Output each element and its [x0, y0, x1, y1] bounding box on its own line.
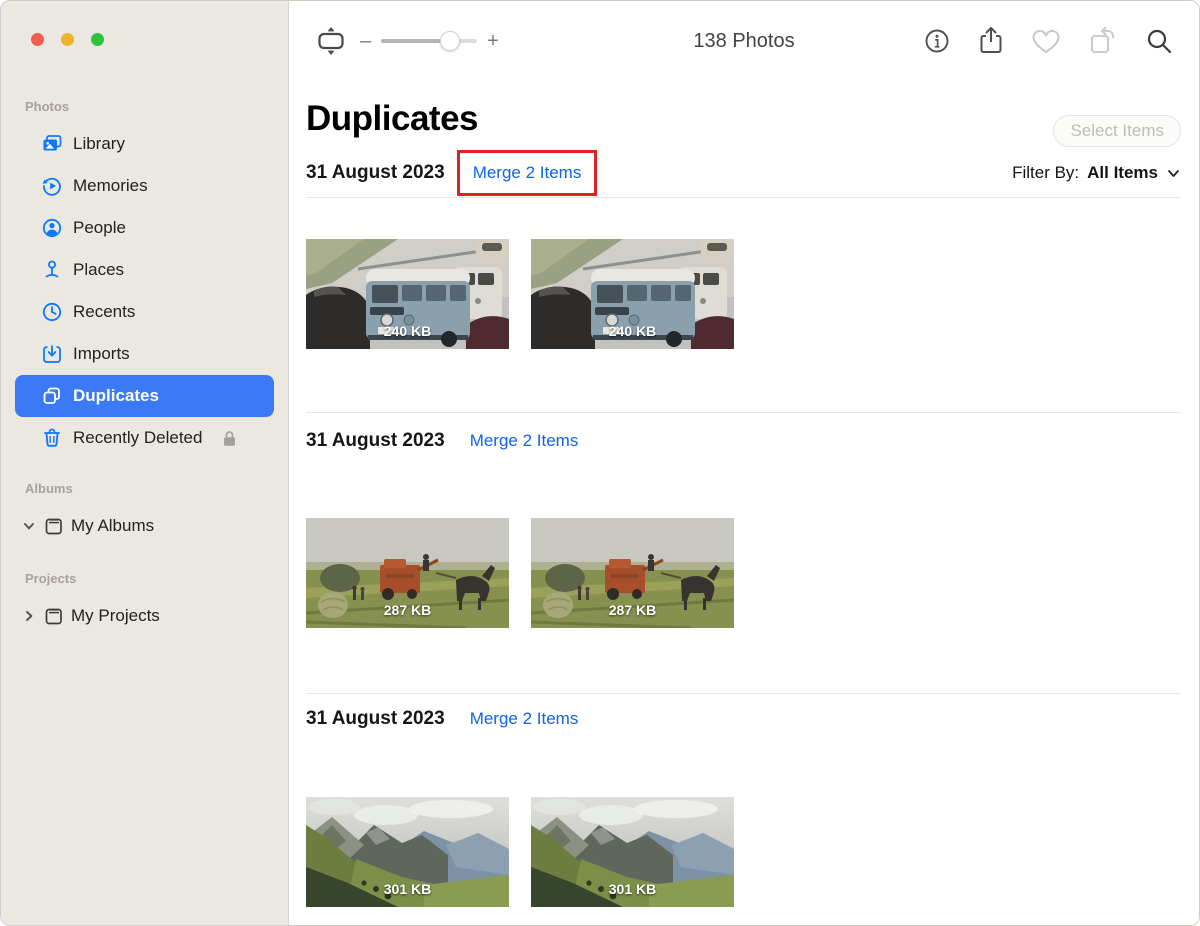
group-date: 31 August 2023	[306, 162, 445, 184]
sidebar-item-label: My Projects	[71, 606, 160, 626]
sidebar-item-label: Memories	[73, 176, 148, 196]
sidebar-section-photos: Photos	[1, 99, 288, 115]
sidebar-item-recents[interactable]: Recents	[15, 291, 274, 333]
sidebar-section-albums: Albums	[1, 481, 288, 497]
search-icon[interactable]	[1145, 27, 1173, 55]
sidebar-item-recently-deleted[interactable]: Recently Deleted	[15, 417, 274, 459]
places-icon	[41, 259, 63, 281]
album-icon	[43, 605, 65, 627]
album-icon	[43, 515, 65, 537]
trash-icon	[41, 427, 63, 449]
sidebar-item-people[interactable]: People	[15, 207, 274, 249]
sidebar-item-label: People	[73, 218, 126, 238]
sidebar-item-label: Recently Deleted	[73, 428, 202, 448]
imports-icon	[41, 343, 63, 365]
duplicate-photo-row: 240 KB 240 KB	[306, 239, 1181, 349]
group-date: 31 August 2023	[306, 708, 445, 730]
sidebar: Photos Library Memories	[1, 1, 289, 925]
group-divider	[306, 412, 1181, 413]
select-items-button[interactable]: Select Items	[1053, 115, 1181, 147]
filter-by-label: Filter By:	[1012, 163, 1079, 183]
sidebar-item-label: Recents	[73, 302, 135, 322]
duplicates-icon	[41, 385, 63, 407]
merge-items-link[interactable]: Merge 2 Items	[470, 709, 579, 729]
file-size-badge: 301 KB	[306, 881, 509, 897]
zoom-window-button[interactable]	[91, 33, 104, 46]
duplicate-photo-row: 287 KB 287 KB	[306, 518, 1181, 628]
chevron-down-icon[interactable]	[21, 518, 37, 534]
sidebar-item-label: Imports	[73, 344, 130, 364]
merge-items-link[interactable]: Merge 2 Items	[470, 431, 579, 451]
photo-thumbnail[interactable]: 240 KB	[531, 239, 734, 349]
filter-by-value: All Items	[1087, 163, 1158, 183]
sidebar-item-places[interactable]: Places	[15, 249, 274, 291]
sidebar-item-memories[interactable]: Memories	[15, 165, 274, 207]
chevron-down-icon	[1166, 166, 1181, 181]
file-size-badge: 287 KB	[531, 602, 734, 618]
people-icon	[41, 217, 63, 239]
minimize-window-button[interactable]	[61, 33, 74, 46]
sidebar-item-label: Duplicates	[73, 386, 159, 406]
sidebar-item-library[interactable]: Library	[15, 123, 274, 165]
duplicate-group-header: 31 August 2023 Merge 2 Items	[306, 430, 1181, 452]
rotate-icon[interactable]	[1088, 26, 1118, 56]
photo-thumbnail[interactable]: 301 KB	[306, 797, 509, 907]
window-controls	[31, 33, 104, 46]
photo-thumbnail[interactable]: 287 KB	[306, 518, 509, 628]
photo-thumbnail[interactable]: 287 KB	[531, 518, 734, 628]
file-size-badge: 240 KB	[531, 323, 734, 339]
sidebar-item-duplicates[interactable]: Duplicates	[15, 375, 274, 417]
sidebar-item-my-projects[interactable]: My Projects	[15, 595, 274, 637]
duplicate-group-header: 31 August 2023 Merge 2 Items	[306, 708, 1181, 730]
screenshot-stage: Photos Library Memories	[0, 0, 1200, 926]
filter-by-dropdown[interactable]: Filter By: All Items	[1012, 163, 1181, 183]
file-size-badge: 301 KB	[531, 881, 734, 897]
recents-icon	[41, 301, 63, 323]
sidebar-section-projects: Projects	[1, 571, 288, 587]
memories-icon	[41, 175, 63, 197]
photo-thumbnail[interactable]: 240 KB	[306, 239, 509, 349]
sidebar-item-label: Library	[73, 134, 125, 154]
duplicate-group-header: 31 August 2023 Merge 2 Items Filter By: …	[306, 149, 1181, 197]
annotation-box: Merge 2 Items	[457, 150, 598, 196]
photos-app-window: Photos Library Memories	[0, 0, 1200, 926]
group-date: 31 August 2023	[306, 430, 445, 452]
heart-icon[interactable]	[1031, 28, 1061, 55]
info-icon[interactable]	[923, 27, 951, 55]
merge-items-link[interactable]: Merge 2 Items	[473, 163, 582, 183]
sidebar-item-my-albums[interactable]: My Albums	[15, 505, 274, 547]
library-icon	[41, 133, 63, 155]
close-window-button[interactable]	[31, 33, 44, 46]
share-icon[interactable]	[978, 26, 1004, 56]
duplicate-photo-row: 301 KB 301 KB	[306, 797, 1181, 907]
chevron-right-icon[interactable]	[21, 608, 37, 624]
file-size-badge: 287 KB	[306, 602, 509, 618]
group-divider	[306, 693, 1181, 694]
main-content: – + 138 Photos	[289, 1, 1199, 925]
sidebar-item-label: My Albums	[71, 516, 154, 536]
toolbar: – + 138 Photos	[289, 1, 1199, 81]
photo-thumbnail[interactable]: 301 KB	[531, 797, 734, 907]
page-title: Duplicates	[306, 97, 1181, 141]
group-divider	[306, 197, 1181, 198]
lock-icon	[222, 430, 237, 447]
file-size-badge: 240 KB	[306, 323, 509, 339]
sidebar-item-imports[interactable]: Imports	[15, 333, 274, 375]
sidebar-item-label: Places	[73, 260, 124, 280]
duplicates-page: Duplicates Select Items 31 August 2023 M…	[289, 97, 1199, 907]
